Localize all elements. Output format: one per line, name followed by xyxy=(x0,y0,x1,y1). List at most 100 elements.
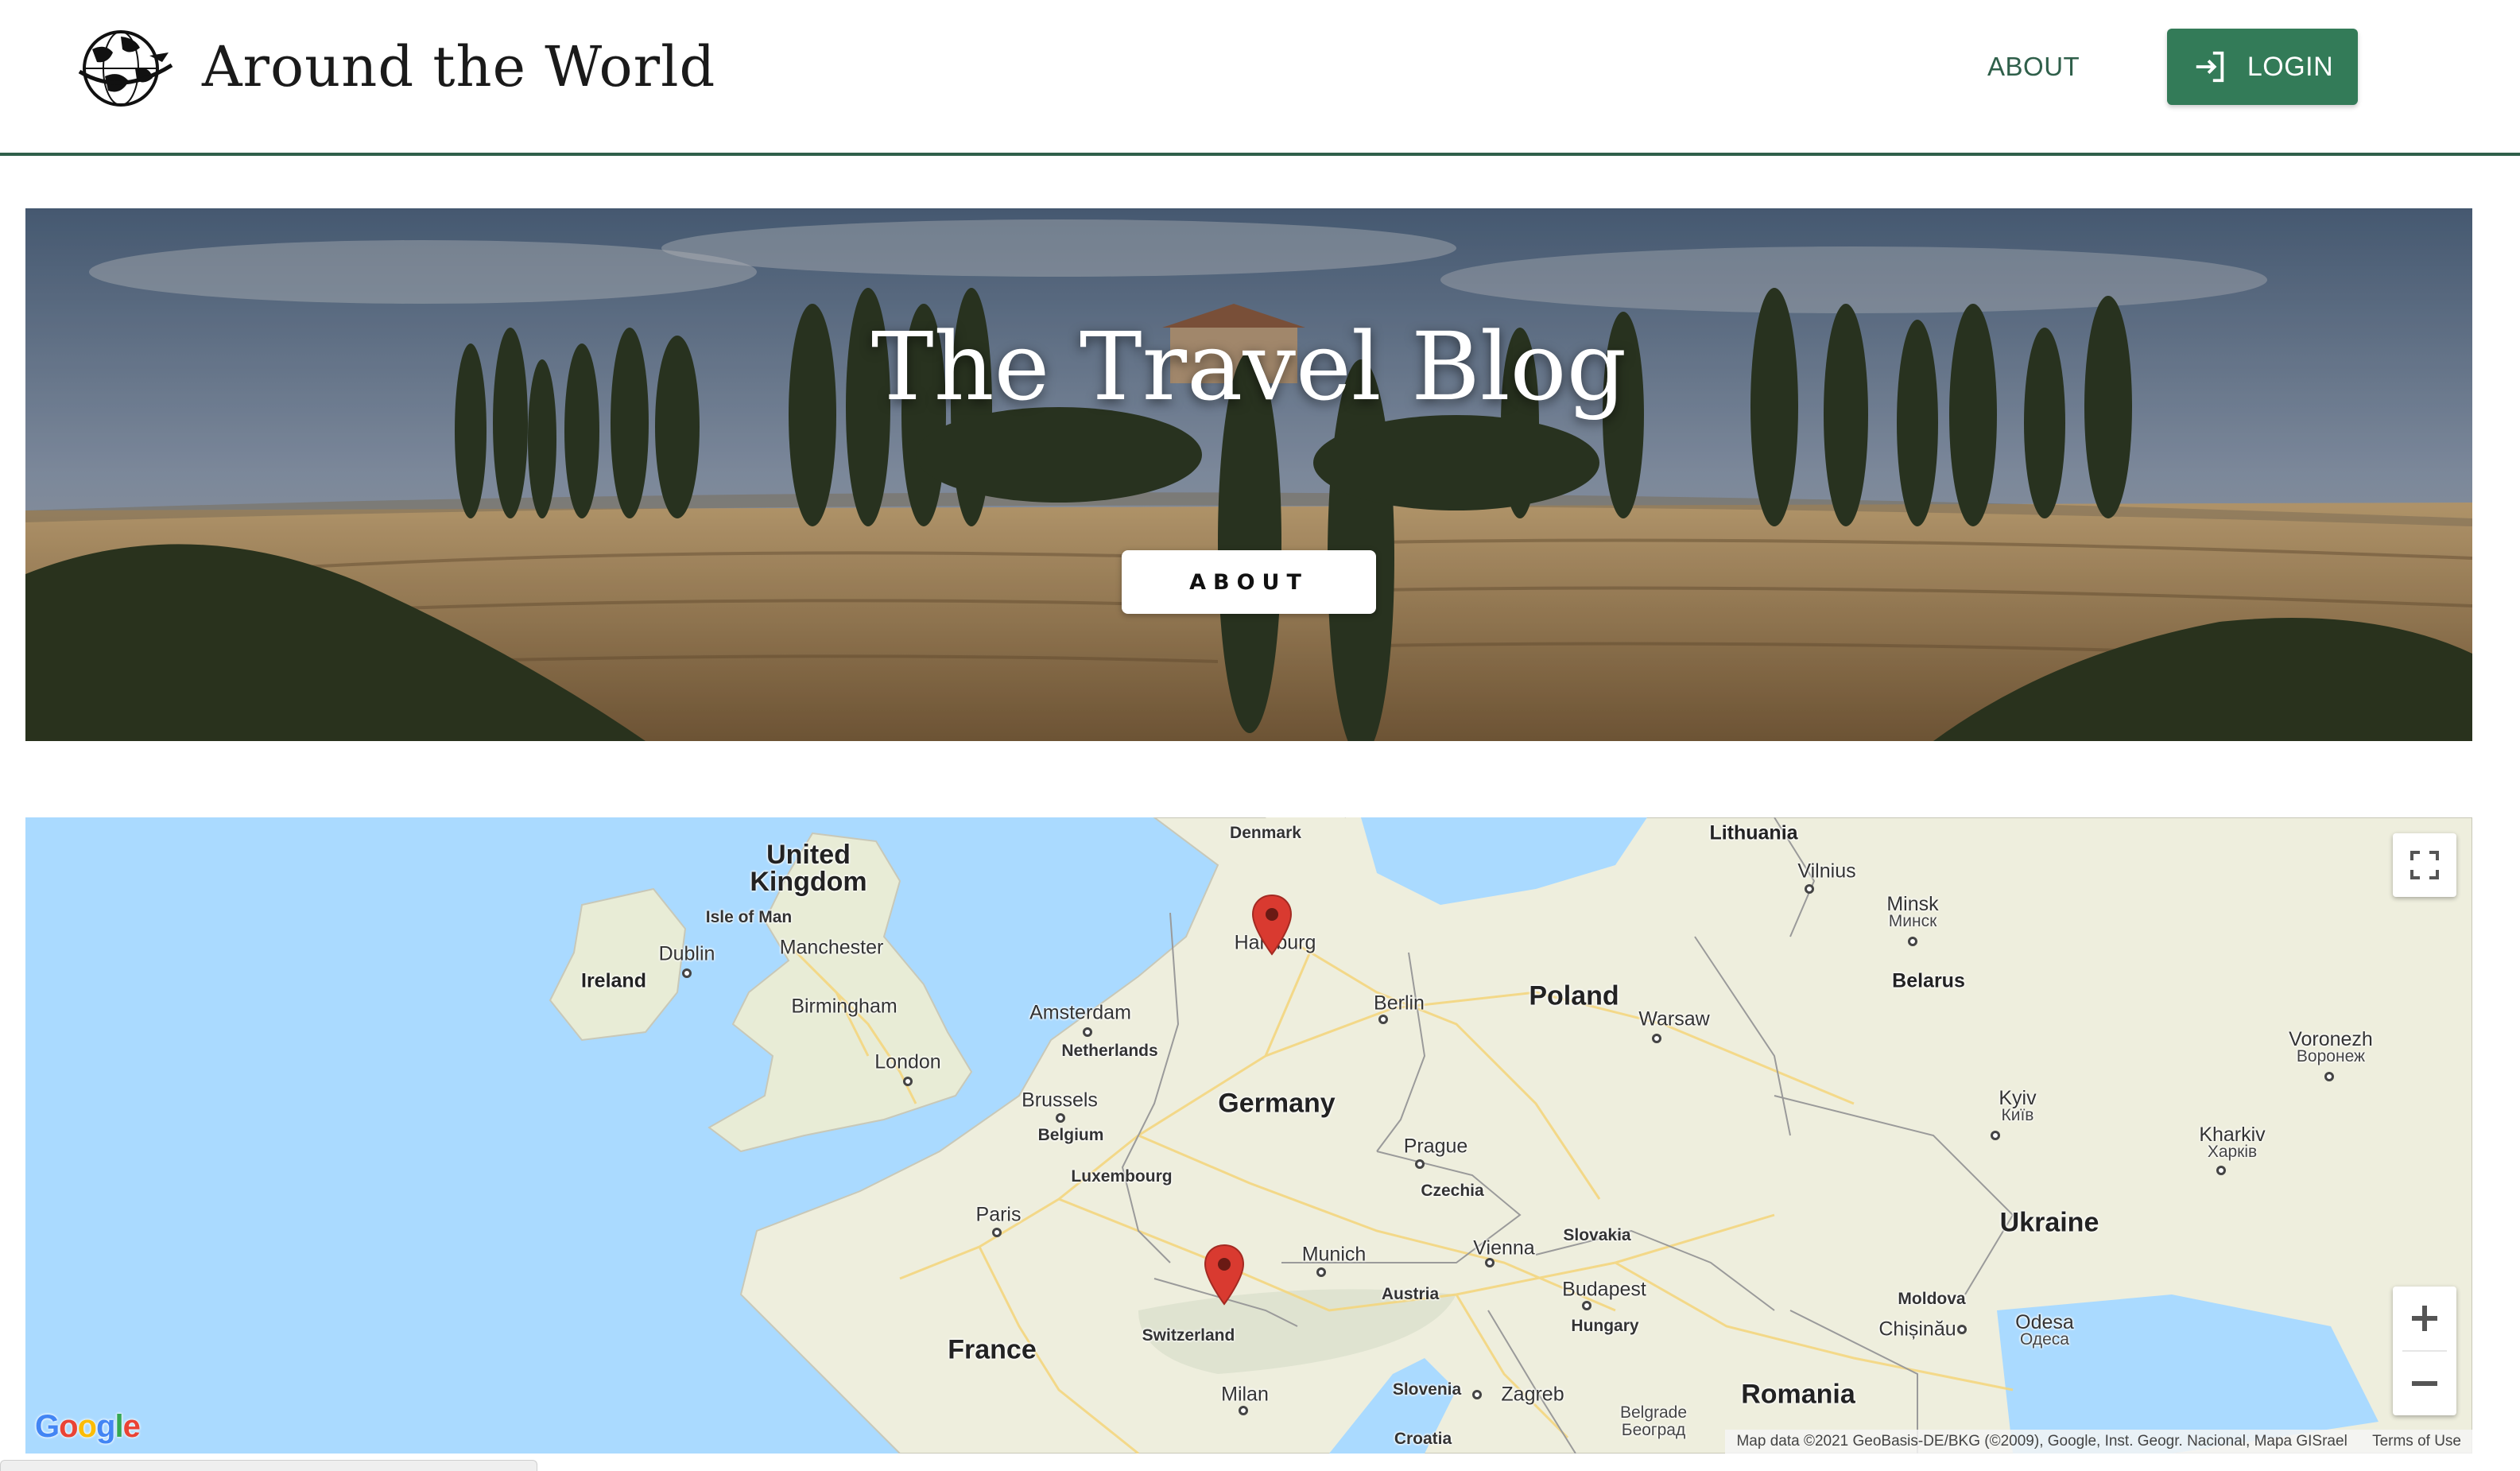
label-kyiv-cyrillic: Київ xyxy=(2001,1106,2034,1124)
label-austria: Austria xyxy=(1381,1285,1440,1303)
plus-icon xyxy=(2412,1306,2437,1331)
label-kharkiv-latin: Kharkiv xyxy=(2199,1124,2266,1146)
label-belarus: Belarus xyxy=(1892,969,1965,992)
label-belgrade-cyrillic: Београд xyxy=(1621,1421,1686,1439)
label-minsk-latin: Minsk xyxy=(1886,893,1939,915)
label-dublin: Dublin xyxy=(658,942,715,965)
label-slovakia: Slovakia xyxy=(1563,1226,1631,1244)
globe-logo-icon xyxy=(78,30,173,107)
label-voronezh-cyrillic: Воронеж xyxy=(2296,1047,2366,1065)
label-belgrade: Belgrade Београд xyxy=(1620,1404,1687,1439)
city-dot-vilnius xyxy=(1805,884,1814,894)
city-dot-budapest xyxy=(1582,1301,1591,1310)
label-czechia: Czechia xyxy=(1421,1182,1484,1200)
google-logo-g1: G xyxy=(35,1409,60,1444)
label-ukraine: Ukraine xyxy=(1999,1207,2099,1238)
city-dot-zagreb xyxy=(1472,1390,1482,1399)
google-logo-o2: o xyxy=(77,1409,97,1444)
city-dot-voronezh xyxy=(2324,1072,2334,1081)
zoom-in-button[interactable] xyxy=(2393,1287,2456,1350)
fullscreen-icon xyxy=(2410,851,2439,879)
city-dot-prague xyxy=(1415,1159,1425,1169)
label-odesa-latin: Odesa xyxy=(2015,1311,2074,1333)
map-data-text: Map data ©2021 GeoBasis-DE/BKG (©2009), … xyxy=(1736,1433,2347,1450)
city-dot-dublin xyxy=(682,968,692,978)
map-widget[interactable]: United Kingdom Ireland Netherlands Belgi… xyxy=(25,817,2472,1454)
zoom-out-button[interactable] xyxy=(2393,1352,2456,1415)
label-poland: Poland xyxy=(1529,980,1619,1011)
fullscreen-button[interactable] xyxy=(2393,833,2456,897)
login-label: LOGIN xyxy=(2247,51,2334,82)
google-logo-g2: g xyxy=(96,1409,115,1444)
nav-about-link[interactable]: ABOUT xyxy=(1987,46,2080,87)
label-luxembourg: Luxembourg xyxy=(1071,1167,1173,1186)
label-warsaw: Warsaw xyxy=(1638,1007,1710,1030)
label-minsk-cyrillic: Минск xyxy=(1888,912,1937,930)
label-france: France xyxy=(948,1334,1037,1365)
city-dot-kharkiv xyxy=(2216,1166,2226,1175)
label-vienna: Vienna xyxy=(1473,1236,1535,1259)
label-united-kingdom: United Kingdom xyxy=(750,840,867,897)
label-london: London xyxy=(874,1050,941,1073)
hero-title: The Travel Blog xyxy=(870,312,1627,421)
label-germany: Germany xyxy=(1218,1088,1336,1119)
hero-background-image xyxy=(25,208,2472,741)
label-isle-of-man: Isle of Man xyxy=(705,908,793,926)
hero-about-button[interactable]: ABOUT xyxy=(1122,550,1376,614)
city-dot-warsaw xyxy=(1652,1034,1661,1043)
label-hungary: Hungary xyxy=(1571,1317,1639,1335)
label-moldova: Moldova xyxy=(1898,1290,1966,1308)
label-slovenia: Slovenia xyxy=(1392,1380,1462,1399)
label-paris: Paris xyxy=(975,1203,1022,1226)
label-lithuania: Lithuania xyxy=(1709,821,1798,844)
label-switzerland: Switzerland xyxy=(1142,1326,1235,1345)
map-marker-stuttgart[interactable] xyxy=(1204,1244,1245,1307)
label-odesa: Odesa Одеса xyxy=(2015,1311,2074,1349)
label-birmingham: Birmingham xyxy=(791,995,898,1018)
label-belgium: Belgium xyxy=(1037,1126,1104,1144)
label-odesa-cyrillic: Одеса xyxy=(2019,1330,2069,1349)
zoom-controls xyxy=(2393,1287,2456,1415)
label-kyiv: Kyiv Київ xyxy=(1999,1089,2036,1124)
browser-status-bar xyxy=(0,1460,537,1471)
label-berlin: Berlin xyxy=(1374,992,1425,1015)
label-vilnius: Vilnius xyxy=(1797,860,1856,883)
label-netherlands: Netherlands xyxy=(1061,1042,1158,1060)
brand-title: Around the World xyxy=(202,34,716,99)
city-dot-kyiv xyxy=(1991,1131,2000,1140)
label-zagreb: Zagreb xyxy=(1501,1383,1564,1406)
label-ireland: Ireland xyxy=(581,969,646,992)
city-dot-amsterdam xyxy=(1083,1027,1092,1037)
map-marker-hamburg[interactable] xyxy=(1251,894,1293,957)
city-dot-minsk xyxy=(1908,937,1917,946)
label-denmark: Denmark xyxy=(1230,824,1301,842)
label-budapest: Budapest xyxy=(1562,1278,1646,1301)
google-logo-e: e xyxy=(122,1409,141,1444)
label-munich: Munich xyxy=(1301,1243,1367,1266)
map-attribution: Map data ©2021 GeoBasis-DE/BKG (©2009), … xyxy=(1725,1430,2472,1454)
label-kharkiv-cyrillic: Харків xyxy=(2207,1143,2258,1161)
city-dot-paris xyxy=(992,1228,1002,1237)
label-manchester: Manchester xyxy=(779,936,884,959)
terms-of-use-link[interactable]: Terms of Use xyxy=(2372,1433,2461,1450)
label-prague: Prague xyxy=(1403,1135,1468,1158)
city-dot-vienna xyxy=(1485,1258,1495,1267)
google-logo[interactable]: Google xyxy=(35,1409,141,1445)
label-croatia: Croatia xyxy=(1394,1430,1452,1448)
city-dot-munich xyxy=(1316,1267,1326,1277)
label-kyiv-latin: Kyiv xyxy=(1999,1087,2037,1109)
city-dot-london xyxy=(903,1077,913,1086)
label-milan: Milan xyxy=(1221,1383,1269,1406)
login-button[interactable]: LOGIN xyxy=(2167,29,2358,105)
label-voronezh: Voronezh Воронеж xyxy=(2289,1030,2373,1065)
label-kharkiv: Kharkiv Харків xyxy=(2199,1124,2266,1161)
hero-banner: The Travel Blog ABOUT xyxy=(25,208,2472,741)
label-amsterdam: Amsterdam xyxy=(1029,1001,1131,1024)
google-logo-o1: o xyxy=(59,1409,78,1444)
label-belgrade-latin: Belgrade xyxy=(1619,1403,1688,1422)
brand[interactable]: Around the World xyxy=(73,21,715,113)
city-dot-milan xyxy=(1239,1406,1248,1415)
map-tiles xyxy=(549,817,2472,1454)
label-chisinau: Chișinău xyxy=(1878,1318,1956,1341)
city-dot-brussels xyxy=(1056,1113,1065,1123)
